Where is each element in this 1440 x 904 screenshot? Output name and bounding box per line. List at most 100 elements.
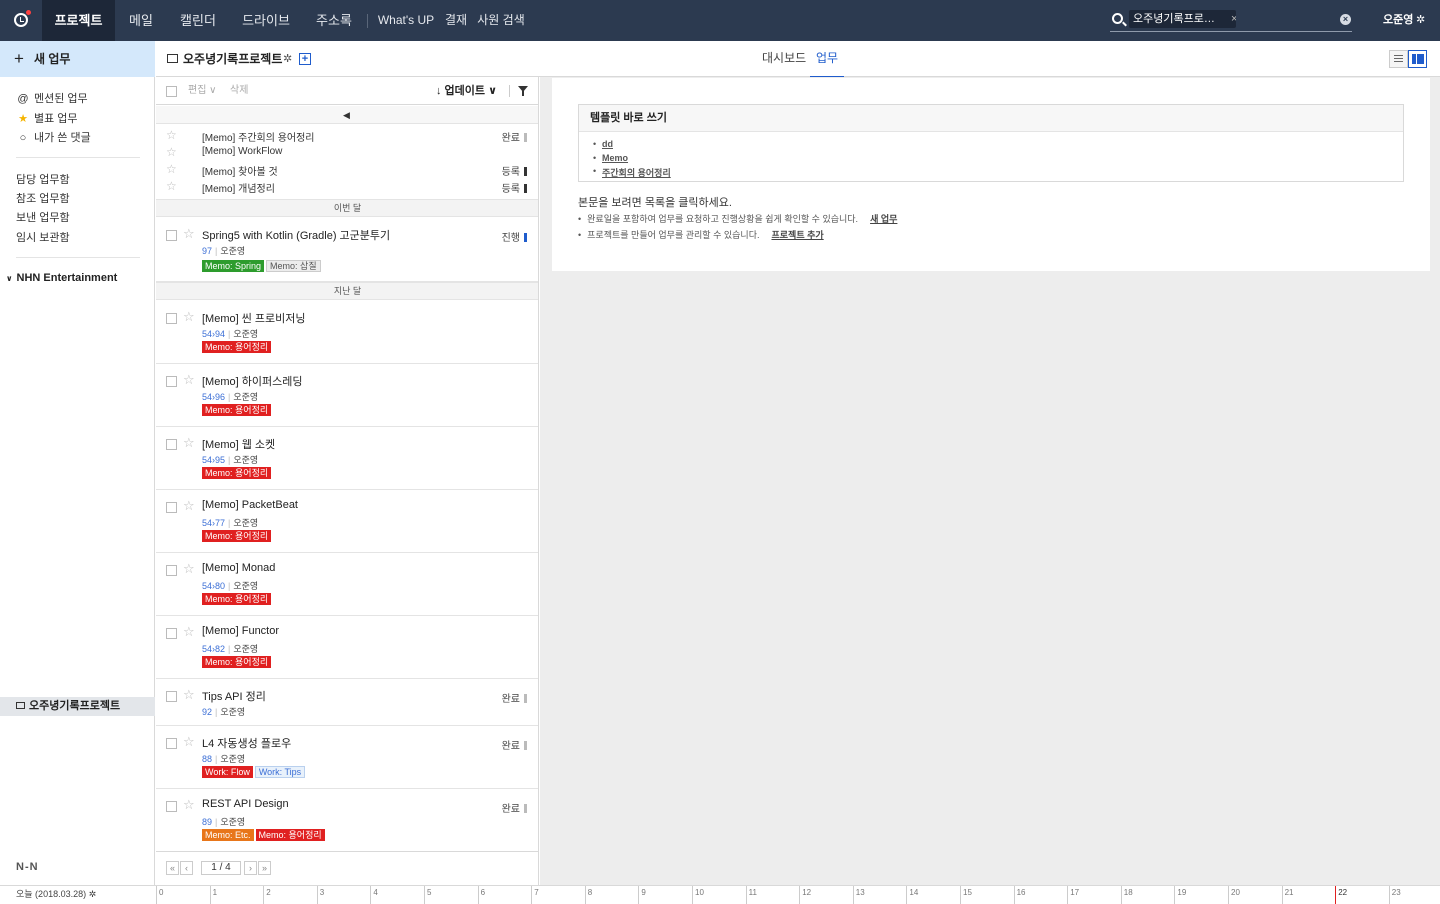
edit-dropdown[interactable]: 편집 ∨ (188, 77, 217, 105)
task-checkbox[interactable] (166, 230, 177, 241)
notice-title[interactable]: [Memo] 찾아볼 것 (202, 163, 278, 178)
notice-item[interactable]: ☆ [Memo] 주간회의 용어정리 완료 (156, 127, 538, 144)
tag[interactable]: Memo: 용어정리 (202, 593, 272, 605)
select-all-checkbox[interactable] (166, 86, 177, 97)
tag[interactable]: Memo: 용어정리 (202, 467, 272, 479)
task-checkbox[interactable] (166, 313, 177, 324)
task-title[interactable]: [Memo] PacketBeat (202, 499, 298, 511)
nav-tab-contacts[interactable]: 주소록 (308, 0, 360, 41)
nav-tab-mail[interactable]: 메일 (121, 0, 161, 41)
project-settings-gear-icon[interactable]: ✲ (283, 41, 292, 77)
task-row[interactable]: ☆ Spring5 with Kotlin (Gradle) 고군분투기 97 |… (156, 218, 538, 282)
task-row[interactable]: ☆ [Memo] 하이퍼스레딩 54›96 | 오준영 Memo: 용어정리 (156, 364, 538, 427)
tab-tasks[interactable]: 업무 (810, 41, 845, 78)
first-page-button[interactable]: « (166, 861, 179, 875)
notice-item[interactable]: ☆ [Memo] 개념정리 등록 (156, 178, 538, 195)
split-view-icon[interactable] (1408, 50, 1427, 68)
tag[interactable]: Memo: Spring (202, 260, 265, 272)
task-title[interactable]: [Memo] 웹 소켓 (202, 436, 275, 452)
task-checkbox[interactable] (166, 502, 177, 513)
star-icon[interactable]: ☆ (183, 797, 195, 813)
task-row[interactable]: ☆ [Memo] Functor 54›82 | 오준영 Memo: 용어정리 (156, 616, 538, 679)
sidebar-item-mentioned[interactable]: @ 멘션된 업무 (16, 90, 87, 106)
template-link-memo[interactable]: Memo (602, 153, 628, 163)
notice-title[interactable]: [Memo] WorkFlow (202, 146, 282, 157)
star-icon[interactable]: ☆ (183, 435, 195, 451)
tag[interactable]: Memo: 용어정리 (202, 341, 272, 353)
task-title[interactable]: [Memo] Monad (202, 562, 275, 574)
last-page-button[interactable]: » (258, 861, 271, 875)
task-title[interactable]: [Memo] 하이퍼스레딩 (202, 373, 302, 389)
clock-logo-icon[interactable] (0, 0, 42, 41)
star-icon[interactable]: ☆ (183, 687, 195, 703)
sidebar-item-my-comments[interactable]: ○ 내가 쓴 댓글 (16, 129, 91, 145)
notice-item[interactable]: ☆ [Memo] WorkFlow (156, 144, 538, 161)
task-row[interactable]: ☆ [Memo] 씬 프로비저닝 54›94 | 오준영 Memo: 용어정리 (156, 301, 538, 364)
chip-close-icon[interactable]: × (1231, 13, 1236, 25)
filter-icon[interactable] (518, 86, 528, 96)
nav-tab-drive[interactable]: 드라이브 (236, 0, 296, 41)
template-link-dd[interactable]: dd (602, 139, 613, 149)
tag[interactable]: Work: Flow (202, 766, 253, 778)
project-add-button[interactable]: + (299, 53, 311, 65)
tag[interactable]: Work: Tips (254, 766, 306, 778)
next-page-button[interactable]: › (244, 861, 257, 875)
task-row[interactable]: ☆ [Memo] PacketBeat 54›77 | 오준영 Memo: 용어정리 (156, 490, 538, 553)
task-checkbox[interactable] (166, 376, 177, 387)
add-project-link[interactable]: 프로젝트 추가 (771, 230, 823, 240)
nav-tab-employee-search[interactable]: 사원 검색 (476, 0, 526, 41)
notice-item[interactable]: ☆ [Memo] 찾아볼 것 등록 (156, 161, 538, 178)
star-icon[interactable]: ☆ (166, 162, 177, 176)
task-checkbox[interactable] (166, 628, 177, 639)
star-icon[interactable]: ☆ (183, 226, 195, 242)
notice-title[interactable]: [Memo] 개념정리 (202, 180, 275, 195)
sidebar-item-starred[interactable]: ★ 별표 업무 (16, 110, 77, 126)
sidebar-item-cc[interactable]: 참조 업무함 (16, 190, 70, 206)
task-row[interactable]: ☆ L4 자동생성 플로우 88 | 오준영 Work: Flow Work: Tip… (156, 726, 538, 789)
list-view-icon[interactable] (1389, 50, 1408, 68)
task-row[interactable]: ☆ REST API Design 89 | 오준영 Memo: Etc. Memo:… (156, 789, 538, 851)
task-row[interactable]: ☆ Tips API 정리 92 | 오준영 완료 (156, 679, 538, 726)
task-title[interactable]: REST API Design (202, 798, 289, 810)
task-checkbox[interactable] (166, 691, 177, 702)
user-name[interactable]: 오준영 (1383, 0, 1413, 41)
task-checkbox[interactable] (166, 439, 177, 450)
task-title[interactable]: [Memo] 씬 프로비저닝 (202, 310, 306, 326)
task-row[interactable]: ☆ [Memo] 웹 소켓 54›95 | 오준영 Memo: 용어정리 (156, 427, 538, 490)
delete-button[interactable]: 삭제 (230, 77, 248, 105)
task-title[interactable]: L4 자동생성 플로우 (202, 735, 291, 751)
nav-tab-whatsup[interactable]: What's UP (377, 0, 435, 41)
star-icon[interactable]: ☆ (183, 561, 195, 577)
notice-title[interactable]: [Memo] 주간회의 용어정리 (202, 129, 315, 144)
tag[interactable]: Memo: 용어정리 (202, 656, 272, 668)
star-icon[interactable]: ☆ (183, 309, 195, 325)
task-title[interactable]: Tips API 정리 (202, 688, 266, 704)
clear-search-icon[interactable]: × (1340, 14, 1351, 25)
sidebar-item-sent[interactable]: 보낸 업무함 (16, 209, 70, 225)
sidebar-item-project[interactable]: 오주녕기록프로젝트 (0, 697, 155, 716)
star-icon[interactable]: ☆ (166, 145, 177, 159)
sidebar-item-assigned[interactable]: 담당 업무함 (16, 171, 70, 187)
tab-dashboard[interactable]: 대시보드 (762, 41, 806, 76)
user-settings-gear-icon[interactable]: ✲ (1416, 0, 1425, 41)
tag[interactable]: Memo: Etc. (202, 829, 254, 841)
star-icon[interactable]: ☆ (166, 179, 177, 193)
star-icon[interactable]: ☆ (183, 498, 195, 514)
sidebar-org-nhn[interactable]: ∨ NHN Entertainment (6, 272, 117, 284)
task-row[interactable]: ☆ [Memo] Monad 54›80 | 오준영 Memo: 용어정리 (156, 553, 538, 616)
task-checkbox[interactable] (166, 565, 177, 576)
new-task-button[interactable]: + 새 업무 (0, 41, 155, 77)
tag[interactable]: Memo: 삽질 (266, 260, 321, 272)
nav-tab-approval[interactable]: 결재 (442, 0, 470, 41)
search-bar[interactable]: 오주녕기록프로… × × (1110, 8, 1352, 32)
task-checkbox[interactable] (166, 738, 177, 749)
nav-tab-calendar[interactable]: 캘린더 (173, 0, 223, 41)
new-task-link[interactable]: 새 업무 (870, 214, 897, 224)
star-icon[interactable]: ☆ (183, 734, 195, 750)
prev-page-button[interactable]: ‹ (180, 861, 193, 875)
tag[interactable]: Memo: 용어정리 (255, 829, 325, 841)
page-indicator[interactable]: 1 / 4 (201, 861, 241, 875)
sidebar-item-drafts[interactable]: 임시 보관함 (16, 229, 70, 245)
tag[interactable]: Memo: 용어정리 (202, 530, 272, 542)
task-title[interactable]: Spring5 with Kotlin (Gradle) 고군분투기 (202, 227, 390, 243)
